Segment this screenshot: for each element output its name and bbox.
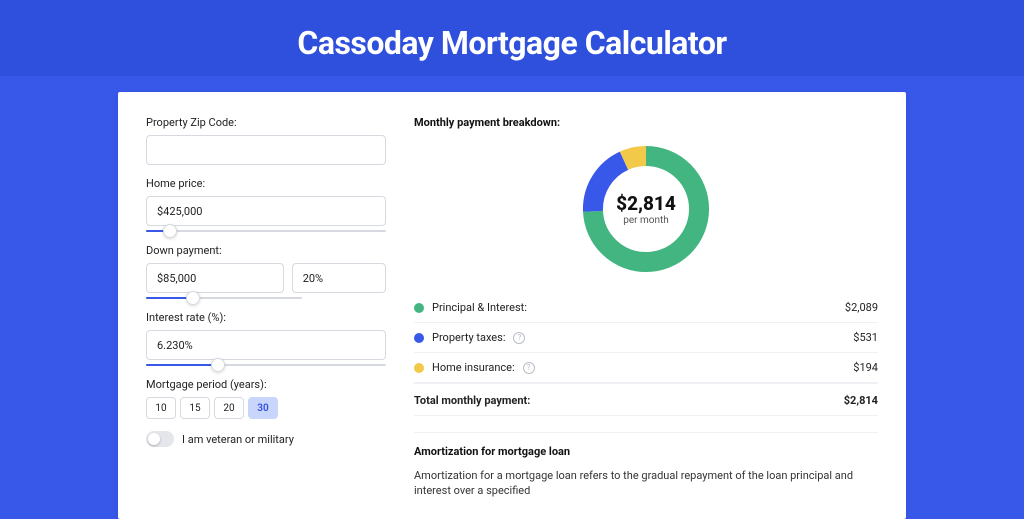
down-payment-slider[interactable] [146,297,302,299]
dot-taxes [414,333,424,343]
breakdown-title: Monthly payment breakdown: [414,116,878,129]
zip-label: Property Zip Code: [146,116,386,129]
donut-sub: per month [623,215,669,226]
donut-center: $2,814 per month [576,139,716,279]
row-principal: Principal & Interest: $2,089 [414,293,878,323]
interest-rate-slider[interactable] [146,364,386,366]
dot-insurance [414,363,424,373]
interest-rate-slider-thumb[interactable] [211,358,225,372]
down-payment-slider-thumb[interactable] [186,291,200,305]
interest-rate-slider-fill [146,364,218,366]
label-insurance: Home insurance: [432,361,515,374]
page-header: Cassoday Mortgage Calculator [0,0,1024,76]
value-total: $2,814 [844,394,878,407]
home-price-input[interactable] [146,196,386,226]
period-options: 10 15 20 30 [146,397,386,419]
veteran-label: I am veteran or military [182,433,294,446]
label-total: Total monthly payment: [414,394,530,407]
breakdown-column: Monthly payment breakdown: $2,814 per mo… [414,116,878,499]
zip-input[interactable] [146,135,386,165]
row-insurance: Home insurance: ? $194 [414,353,878,383]
value-principal: $2,089 [845,301,878,314]
interest-rate-label: Interest rate (%): [146,311,386,324]
amortization-title: Amortization for mortgage loan [414,445,878,458]
period-option-10[interactable]: 10 [146,397,176,419]
down-percent-input[interactable] [292,263,386,293]
field-veteran: I am veteran or military [146,431,386,447]
help-icon[interactable]: ? [513,332,525,344]
row-taxes: Property taxes: ? $531 [414,323,878,353]
period-option-20[interactable]: 20 [214,397,244,419]
value-taxes: $531 [853,331,878,344]
page-title: Cassoday Mortgage Calculator [0,24,1024,62]
donut-chart: $2,814 per month [414,139,878,279]
field-home-price: Home price: [146,177,386,232]
period-option-15[interactable]: 15 [180,397,210,419]
label-taxes: Property taxes: [432,331,505,344]
mortgage-period-label: Mortgage period (years): [146,378,386,391]
value-insurance: $194 [853,361,878,374]
field-mortgage-period: Mortgage period (years): 10 15 20 30 [146,378,386,419]
donut-amount: $2,814 [616,192,676,215]
down-amount-input[interactable] [146,263,284,293]
veteran-toggle[interactable] [146,431,174,447]
down-payment-label: Down payment: [146,244,386,257]
label-principal: Principal & Interest: [432,301,527,314]
period-option-30[interactable]: 30 [248,397,278,419]
calculator-panel: Property Zip Code: Home price: Down paym… [118,92,906,519]
amortization-text: Amortization for a mortgage loan refers … [414,468,878,499]
amortization-section: Amortization for mortgage loan Amortizat… [414,432,878,499]
dot-principal [414,303,424,313]
field-interest-rate: Interest rate (%): [146,311,386,366]
field-down-payment: Down payment: [146,244,386,299]
home-price-slider[interactable] [146,230,386,232]
row-total: Total monthly payment: $2,814 [414,383,878,416]
field-zip: Property Zip Code: [146,116,386,165]
home-price-slider-thumb[interactable] [163,224,177,238]
interest-rate-input[interactable] [146,330,386,360]
form-column: Property Zip Code: Home price: Down paym… [146,116,386,499]
home-price-label: Home price: [146,177,386,190]
help-icon[interactable]: ? [523,362,535,374]
